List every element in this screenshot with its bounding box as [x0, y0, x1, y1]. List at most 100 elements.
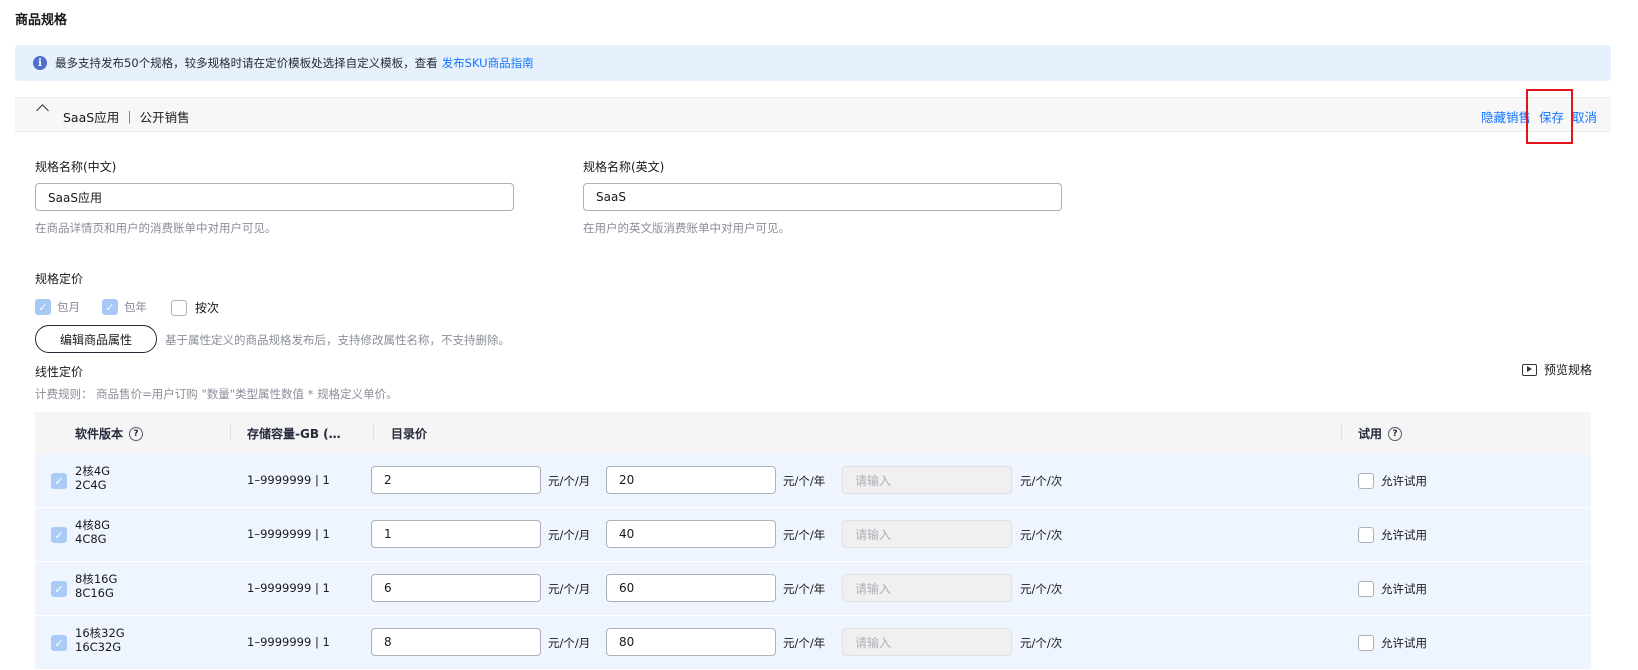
yearly-unit: 元/个/年	[783, 636, 826, 650]
th-version: 软件版本 ?	[75, 425, 144, 442]
question-icon[interactable]: ?	[1388, 426, 1403, 441]
row-storage-range: 1–9999999 | 1	[247, 635, 330, 649]
spec-header-title: SaaS应用 ｜ 公开销售	[63, 110, 190, 125]
per-use-price-input[interactable]: 请输入	[842, 574, 1012, 602]
preview-icon	[1521, 363, 1537, 376]
row-version-name: 16核32G 16C32G	[75, 626, 125, 654]
th-version-label: 软件版本	[75, 427, 124, 441]
name-cn-label: 规格名称(中文)	[35, 160, 117, 174]
checkbox-per-use[interactable]	[171, 299, 187, 316]
yearly-price-input[interactable]: 40	[606, 520, 776, 548]
table-row: ✓ 8核16G 8C16G 1–9999999 | 1 6 元/个/月 60 元…	[35, 562, 1591, 616]
trial-label: 允许试用	[1381, 474, 1427, 488]
trial-checkbox[interactable]	[1358, 473, 1374, 489]
linear-pricing-label: 线性定价	[35, 365, 84, 379]
hide-sale-link[interactable]: 隐藏销售	[1481, 107, 1531, 126]
table-row: ✓ 16核32G 16C32G 1–9999999 | 1 8 元/个/月 80…	[35, 616, 1591, 670]
edit-attributes-button[interactable]: 编辑商品属性	[35, 325, 157, 353]
notice-text: 最多支持发布50个规格，较多规格时请在定价模板处选择自定义模板，查看	[55, 56, 438, 70]
row-version-cn: 16核32G	[75, 626, 125, 640]
th-trial: 试用 ?	[1358, 425, 1403, 442]
trial-label: 允许试用	[1381, 582, 1427, 596]
notice-link[interactable]: 发布SKU商品指南	[442, 55, 534, 71]
billing-rule: 计费规则： 商品售价=用户订购 "数量"类型属性数值 * 规格定义单价。	[35, 387, 398, 401]
row-version-en: 16C32G	[75, 640, 122, 654]
trial-label: 允许试用	[1381, 528, 1427, 542]
monthly-price-input[interactable]: 8	[371, 628, 541, 656]
monthly-unit: 元/个/月	[548, 582, 591, 596]
monthly-price-input[interactable]: 6	[371, 574, 541, 602]
table-header: 软件版本 ? 存储容量-GB (… 目录价 试用 ?	[35, 412, 1591, 454]
th-trial-label: 试用	[1358, 427, 1383, 441]
yearly-unit: 元/个/年	[783, 474, 826, 488]
per-use-unit: 元/个/次	[1020, 636, 1063, 650]
column-divider	[230, 424, 231, 440]
row-version-name: 4核8G 4C8G	[75, 518, 110, 546]
info-icon: i	[33, 56, 47, 70]
row-storage-range: 1–9999999 | 1	[247, 581, 330, 595]
per-use-unit: 元/个/次	[1020, 582, 1063, 596]
row-version-cn: 2核4G	[75, 464, 111, 478]
row-checkbox[interactable]: ✓	[51, 473, 67, 489]
option-per-use-label: 按次	[195, 301, 220, 315]
row-version-name: 8核16G 8C16G	[75, 572, 117, 600]
trial-label: 允许试用	[1381, 636, 1427, 650]
monthly-unit: 元/个/月	[548, 474, 591, 488]
row-checkbox[interactable]: ✓	[51, 635, 67, 651]
edit-attributes-hint: 基于属性定义的商品规格发布后，支持修改属性名称，不支持删除。	[165, 333, 510, 347]
column-divider	[1341, 424, 1342, 440]
notice-banner: i 最多支持发布50个规格，较多规格时请在定价模板处选择自定义模板，查看 发布S…	[15, 45, 1611, 81]
name-en-input[interactable]: SaaS	[583, 183, 1062, 211]
row-version-en: 8C16G	[75, 586, 114, 600]
row-version-name: 2核4G 2C4G	[75, 464, 110, 492]
trial-checkbox[interactable]	[1358, 635, 1374, 651]
trial-checkbox[interactable]	[1358, 581, 1374, 597]
th-price: 目录价	[391, 427, 428, 441]
row-storage-range: 1–9999999 | 1	[247, 527, 330, 541]
name-en-hint: 在用户的英文版消费账单中对用户可见。	[583, 221, 790, 235]
preview-spec-button[interactable]: 预览规格	[1521, 361, 1592, 378]
row-checkbox[interactable]: ✓	[51, 527, 67, 543]
table-row: ✓ 2核4G 2C4G 1–9999999 | 1 2 元/个/月 20 元/个…	[35, 454, 1591, 508]
per-use-unit: 元/个/次	[1020, 528, 1063, 542]
spec-header[interactable]: SaaS应用 ｜ 公开销售 隐藏销售 保存 取消	[15, 97, 1611, 132]
chevron-up-icon[interactable]	[36, 104, 49, 117]
per-use-price-input[interactable]: 请输入	[842, 520, 1012, 548]
checkbox-yearly[interactable]: ✓	[102, 299, 118, 315]
monthly-price-input[interactable]: 1	[371, 520, 541, 548]
row-version-cn: 8核16G	[75, 572, 118, 586]
row-version-en: 2C4G	[75, 478, 107, 492]
per-use-price-input[interactable]: 请输入	[842, 628, 1012, 656]
option-monthly-label: 包月	[57, 300, 80, 314]
yearly-price-input[interactable]: 20	[606, 466, 776, 494]
per-use-price-input[interactable]: 请输入	[842, 466, 1012, 494]
row-checkbox[interactable]: ✓	[51, 581, 67, 597]
monthly-unit: 元/个/月	[548, 636, 591, 650]
option-yearly[interactable]: ✓ 包年	[102, 299, 147, 315]
option-monthly[interactable]: ✓ 包月	[35, 299, 80, 315]
section-title: 商品规格	[15, 13, 68, 28]
column-divider	[373, 424, 374, 440]
yearly-unit: 元/个/年	[783, 582, 826, 596]
trial-checkbox[interactable]	[1358, 527, 1374, 543]
table-row: ✓ 4核8G 4C8G 1–9999999 | 1 1 元/个/月 40 元/个…	[35, 508, 1591, 562]
name-en-label: 规格名称(英文)	[583, 160, 665, 174]
preview-spec-label: 预览规格	[1543, 363, 1592, 377]
row-version-cn: 4核8G	[75, 518, 111, 532]
cancel-link[interactable]: 取消	[1572, 107, 1597, 126]
question-icon[interactable]: ?	[129, 426, 144, 441]
yearly-price-input[interactable]: 80	[606, 628, 776, 656]
monthly-price-input[interactable]: 2	[371, 466, 541, 494]
name-cn-hint: 在商品详情页和用户的消费账单中对用户可见。	[35, 221, 277, 235]
name-cn-input[interactable]: SaaS应用	[35, 183, 514, 211]
row-storage-range: 1–9999999 | 1	[247, 473, 330, 487]
highlight-box	[1526, 89, 1573, 144]
row-version-en: 4C8G	[75, 532, 107, 546]
th-storage: 存储容量-GB (…	[247, 427, 341, 441]
pricing-label: 规格定价	[35, 272, 84, 286]
yearly-price-input[interactable]: 60	[606, 574, 776, 602]
option-per-use[interactable]: 按次	[171, 299, 219, 316]
checkbox-monthly[interactable]: ✓	[35, 299, 51, 315]
yearly-unit: 元/个/年	[783, 528, 826, 542]
monthly-unit: 元/个/月	[548, 528, 591, 542]
